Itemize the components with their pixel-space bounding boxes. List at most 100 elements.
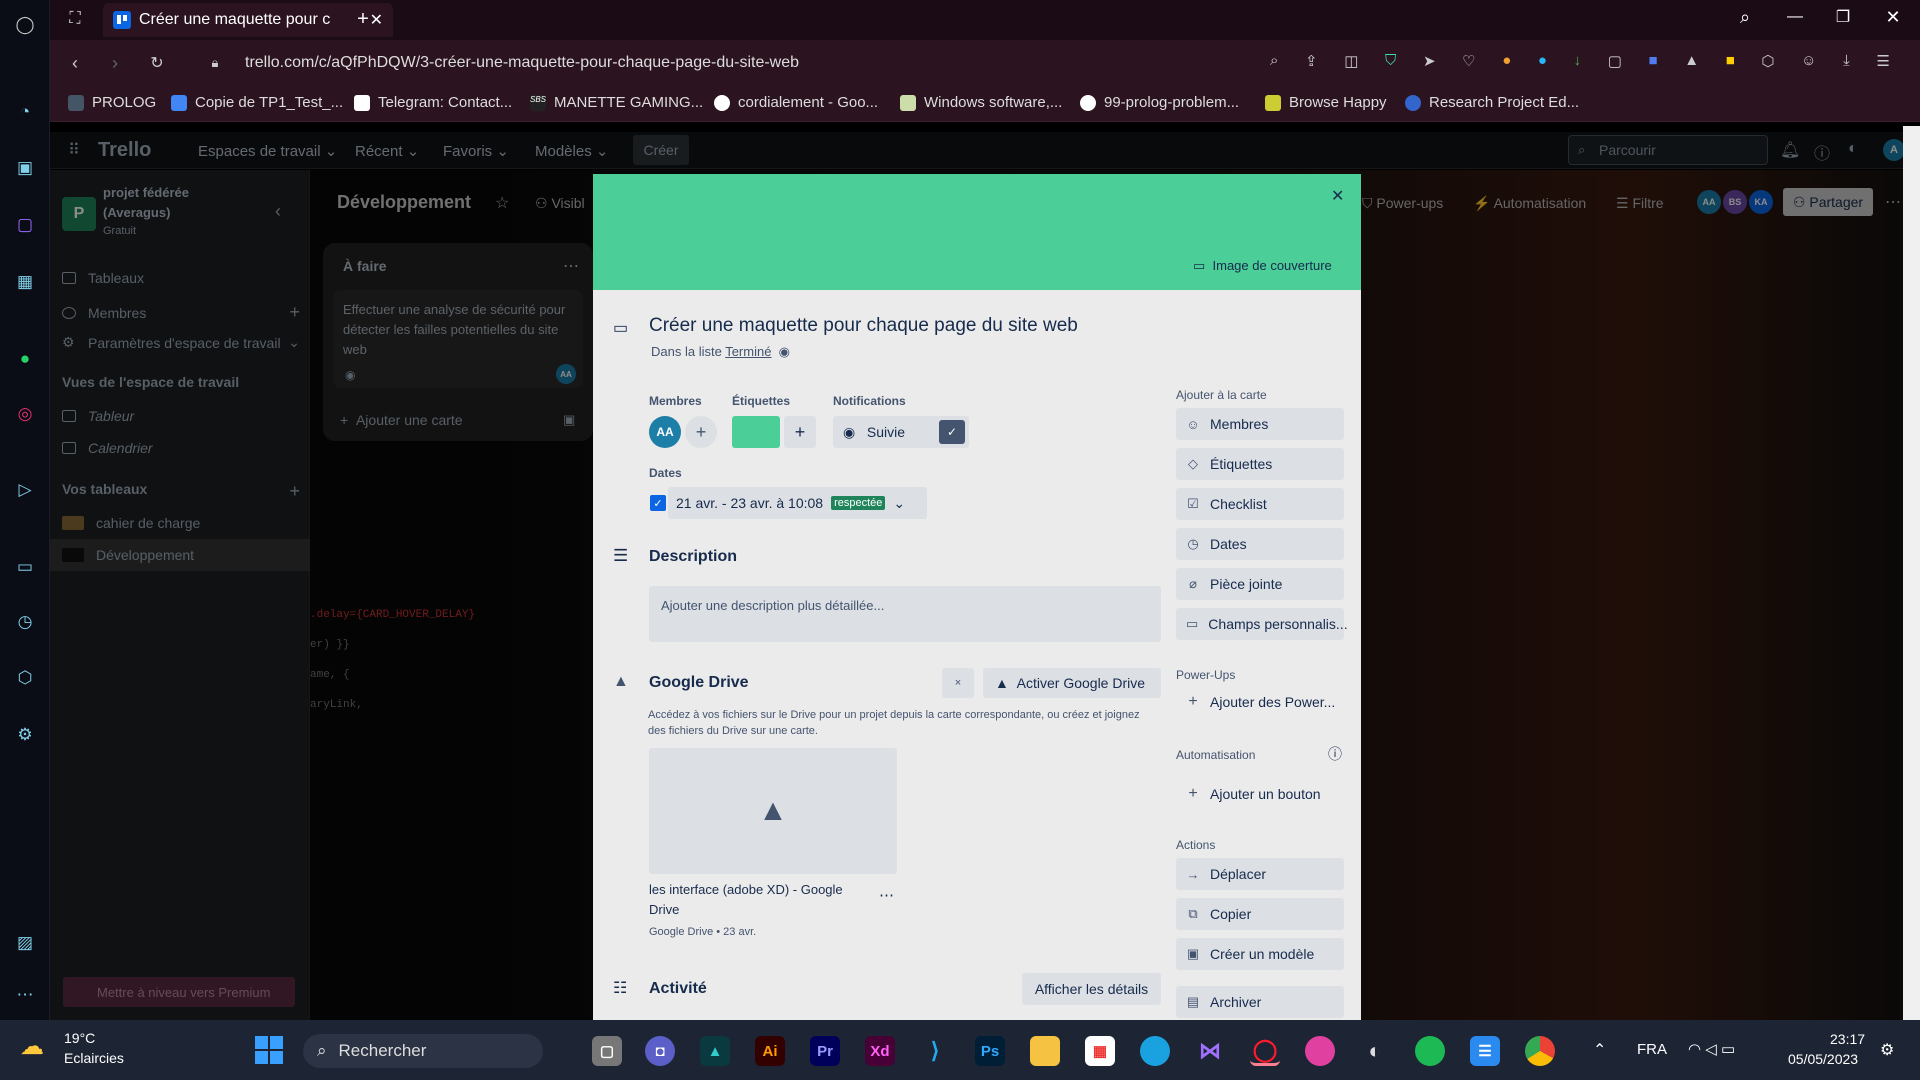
bookmarks-icon[interactable]: ▦ — [10, 267, 40, 297]
store-icon[interactable]: ▦ — [1085, 1036, 1115, 1066]
extensions-icon[interactable]: ⬡ — [10, 663, 40, 693]
visual-studio-icon[interactable]: ⋈ — [1195, 1036, 1225, 1066]
lock-icon[interactable]: 🔒︎ — [205, 52, 225, 74]
restore-icon[interactable]: ❐ — [1830, 4, 1856, 30]
teams-icon[interactable]: ◘ — [645, 1036, 675, 1066]
instagram-icon[interactable]: ◎ — [10, 399, 40, 429]
tab-search-icon[interactable]: ⌕ — [1732, 4, 1758, 30]
downloads-icon[interactable]: ⤓ — [1843, 52, 1850, 76]
extension-icon[interactable]: ● — [1502, 52, 1511, 76]
list-link[interactable]: Terminé — [725, 344, 771, 359]
tray-icons[interactable]: ◠ ◁ ▭ — [1688, 1040, 1735, 1058]
reload-icon[interactable]: ↻ — [144, 50, 170, 76]
language-indicator[interactable]: FRA — [1637, 1041, 1667, 1058]
copy-button[interactable]: ⧉ Copier — [1176, 898, 1344, 930]
speed-dial-icon[interactable]: ◔ — [10, 97, 40, 127]
cover-image-button[interactable]: ▭ Image de couverture — [1193, 258, 1332, 274]
camera-icon[interactable]: ◫ — [1344, 52, 1358, 76]
app-icon[interactable]: ▲ — [700, 1036, 730, 1066]
cube-icon[interactable]: ⬡ — [1761, 52, 1774, 76]
settings-icon[interactable]: ⚙ — [10, 720, 40, 750]
app-icon[interactable]: ■ — [1649, 52, 1658, 76]
send-icon[interactable]: ➤ — [1423, 52, 1436, 76]
notification-center-icon[interactable]: ⚙ — [1880, 1040, 1894, 1060]
easy-setup-icon[interactable]: ☰ — [1876, 52, 1889, 76]
attachment-menu-icon[interactable]: ⋯ — [879, 886, 894, 904]
minimize-icon[interactable]: — — [1782, 4, 1808, 30]
more-icon[interactable]: ⋯ — [10, 980, 40, 1010]
custom-fields-sidebar-button[interactable]: ▭ Champs personnalis... — [1176, 608, 1348, 640]
spotify-icon[interactable] — [1415, 1036, 1445, 1066]
checklist-sidebar-button[interactable]: ☑ Checklist — [1176, 488, 1344, 520]
badge-extension-icon[interactable]: ■ — [1726, 52, 1735, 76]
card-member-avatar[interactable]: AA — [649, 416, 681, 448]
label-chip[interactable] — [732, 416, 780, 448]
attachment-sidebar-button[interactable]: ⌀ Pièce jointe — [1176, 568, 1344, 600]
add-member-icon[interactable]: + — [685, 416, 717, 448]
bookmark-item[interactable]: cordialement - Goo... — [714, 94, 878, 111]
download-arrow-icon[interactable]: ↓ — [1574, 52, 1582, 76]
notepad-icon[interactable]: ☰ — [1470, 1036, 1500, 1066]
file-explorer-icon[interactable] — [1030, 1036, 1060, 1066]
vpn-icon[interactable]: ⛉ — [1385, 52, 1396, 76]
gdrive-activate-button[interactable]: ▲ Activer Google Drive — [983, 668, 1161, 698]
gdrive-dismiss-button[interactable]: × — [942, 668, 974, 698]
photoshop-icon[interactable]: Ps — [975, 1036, 1005, 1066]
mountain-icon[interactable]: ▲ — [1684, 52, 1699, 76]
show-details-button[interactable]: Afficher les détails — [1022, 973, 1161, 1005]
members-sidebar-button[interactable]: ☺ Membres — [1176, 408, 1344, 440]
close-window-icon[interactable]: ✕ — [1880, 4, 1906, 30]
chrome-icon[interactable] — [1525, 1036, 1555, 1066]
attachment-thumbnail[interactable]: ▲ — [649, 748, 897, 874]
whatsapp-icon[interactable]: ● — [10, 344, 40, 374]
obs-icon[interactable]: ◐ — [1360, 1036, 1390, 1066]
add-label-icon[interactable]: + — [784, 416, 816, 448]
dates-button[interactable]: 21 avr. - 23 avr. à 10:08 respectée ⌄ — [668, 487, 927, 519]
player-icon[interactable]: ▷ — [10, 475, 40, 505]
attachment-name[interactable]: les interface (adobe XD) - Google Drive — [649, 880, 869, 920]
forward-icon[interactable]: › — [102, 50, 128, 76]
history-icon[interactable]: ◷ — [10, 607, 40, 637]
share-icon[interactable]: ⇪ — [1305, 52, 1318, 76]
edge-icon[interactable] — [1140, 1036, 1170, 1066]
bookmark-item[interactable]: Copie de TP1_Test_... — [171, 94, 343, 111]
bookmark-item[interactable]: PROLOG — [68, 94, 156, 111]
tab-menu-icon[interactable]: ⛶ — [62, 6, 88, 32]
bookmark-item[interactable]: Windows software,... — [900, 94, 1062, 111]
twitch-icon[interactable]: ▢ — [10, 210, 40, 240]
vscode-icon[interactable]: ⟩ — [920, 1036, 950, 1066]
move-button[interactable]: → Déplacer — [1176, 858, 1344, 890]
weather-icon[interactable]: ☁ — [20, 1032, 44, 1061]
archive-button[interactable]: ▤ Archiver — [1176, 986, 1344, 1018]
dates-sidebar-button[interactable]: ◷ Dates — [1176, 528, 1344, 560]
shazam-icon[interactable]: ● — [1538, 52, 1547, 76]
opera-logo-icon[interactable]: ◯ — [10, 10, 40, 40]
bookmark-item[interactable]: Browse Happy — [1265, 94, 1387, 111]
make-template-button[interactable]: ▣ Créer un modèle — [1176, 938, 1344, 970]
illustrator-icon[interactable]: Ai — [755, 1036, 785, 1066]
start-icon[interactable] — [255, 1036, 283, 1064]
xd-icon[interactable]: Xd — [865, 1036, 895, 1066]
add-button-button[interactable]: + Ajouter un bouton — [1176, 778, 1344, 810]
labels-sidebar-button[interactable]: ◇ Étiquettes — [1176, 448, 1344, 480]
tray-chevron-icon[interactable]: ⌃ — [1593, 1040, 1606, 1060]
translate-icon[interactable]: ▢ — [1608, 52, 1622, 76]
gallery-icon[interactable]: ▨ — [10, 928, 40, 958]
add-powerups-button[interactable]: + Ajouter des Power... — [1176, 686, 1344, 718]
description-input[interactable]: Ajouter une description plus détaillée..… — [649, 586, 1161, 642]
task-view-icon[interactable]: ▢ — [592, 1036, 622, 1066]
close-modal-icon[interactable]: ✕ — [1331, 186, 1344, 206]
search-icon[interactable]: ⌕ — [1270, 52, 1278, 76]
bookmark-item[interactable]: Research Project Ed... — [1405, 94, 1579, 111]
bookmark-item[interactable]: Telegram: Contact... — [354, 94, 512, 111]
app-icon[interactable] — [1305, 1036, 1335, 1066]
heart-icon[interactable]: ♡ — [1462, 52, 1475, 76]
profile-icon[interactable]: ☺ — [1801, 52, 1816, 76]
taskbar-search[interactable]: ⌕ Rechercher — [303, 1034, 543, 1068]
weather-desc[interactable]: Eclaircies — [64, 1050, 124, 1066]
back-icon[interactable]: ‹ — [62, 50, 88, 76]
card-title[interactable]: Créer une maquette pour chaque page du s… — [649, 315, 1078, 337]
new-tab-icon[interactable]: + — [350, 6, 376, 32]
messenger-icon[interactable]: ▭ — [10, 552, 40, 582]
url-field[interactable]: trello.com/c/aQfPhDQW/3-créer-une-maquet… — [245, 54, 799, 72]
